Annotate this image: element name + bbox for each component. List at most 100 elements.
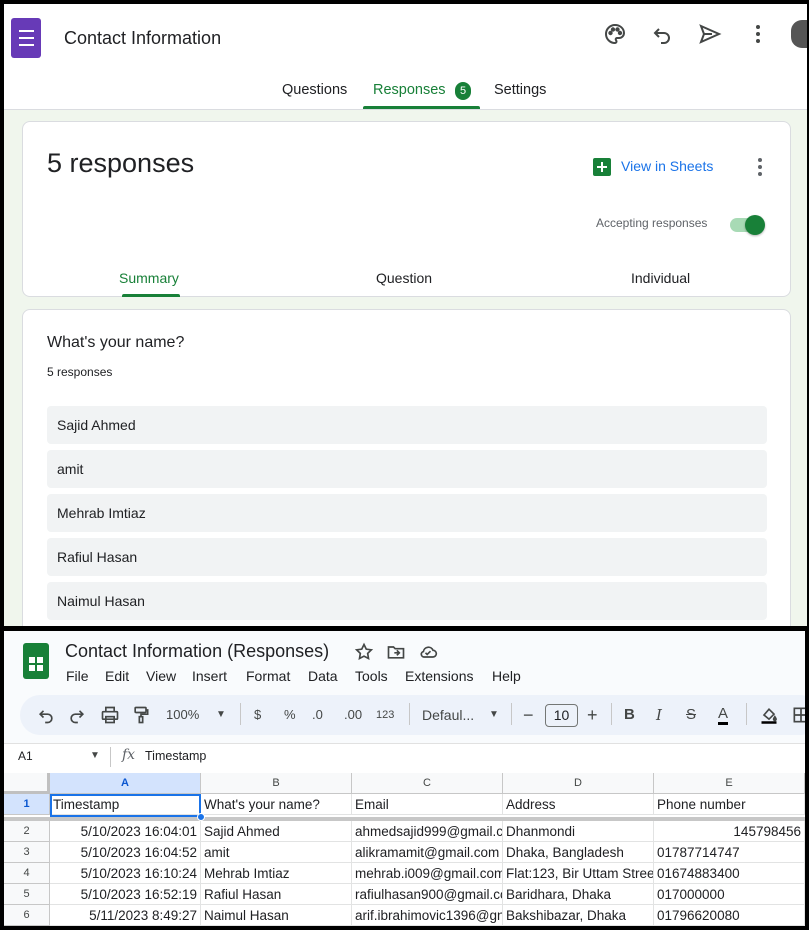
table-cell[interactable]: 5/10/2023 16:04:52 (50, 842, 201, 863)
cloud-status-icon[interactable] (418, 642, 438, 662)
menu-tools[interactable]: Tools (355, 668, 388, 684)
select-all-corner[interactable] (4, 773, 50, 794)
subtab-summary[interactable]: Summary (119, 270, 179, 286)
row-header[interactable]: 6 (4, 905, 50, 926)
menu-data[interactable]: Data (308, 668, 338, 684)
increase-font-size-icon[interactable]: + (587, 705, 598, 725)
more-vert-icon[interactable] (748, 155, 772, 179)
table-cell[interactable]: amit (201, 842, 352, 863)
table-cell[interactable]: 01787714747 (654, 842, 805, 863)
view-in-sheets-link[interactable]: View in Sheets (621, 158, 713, 174)
table-cell[interactable]: Rafiul Hasan (201, 884, 352, 905)
increase-decimal-button[interactable]: .00 (344, 705, 362, 725)
table-cell[interactable]: 01674883400 (654, 863, 805, 884)
print-icon[interactable] (100, 705, 120, 725)
chevron-down-icon[interactable]: ▼ (216, 705, 226, 725)
menu-insert[interactable]: Insert (192, 668, 227, 684)
row-header[interactable]: 1 (4, 794, 50, 815)
menu-file[interactable]: File (66, 668, 89, 684)
palette-icon[interactable] (603, 22, 627, 46)
forms-logo-icon[interactable] (11, 18, 41, 58)
row-header[interactable]: 3 (4, 842, 50, 863)
menu-view[interactable]: View (146, 668, 176, 684)
italic-icon[interactable]: I (656, 705, 662, 725)
column-header-d[interactable]: D (503, 773, 654, 794)
table-cell[interactable]: 5/10/2023 16:10:24 (50, 863, 201, 884)
formula-input[interactable]: Timestamp (145, 749, 206, 763)
font-family-select[interactable]: Defaul... (422, 705, 474, 725)
column-header-b[interactable]: B (201, 773, 352, 794)
table-cell[interactable]: 017000000 (654, 884, 805, 905)
name-box[interactable]: A1 (18, 749, 33, 763)
avatar[interactable] (791, 20, 807, 48)
text-color-icon[interactable]: A (718, 705, 729, 725)
table-cell[interactable]: What's your name? (201, 794, 352, 815)
subtab-question[interactable]: Question (376, 270, 432, 286)
table-cell[interactable]: 01796620080 (654, 905, 805, 926)
zoom-select[interactable]: 100% (166, 705, 199, 725)
move-folder-icon[interactable] (386, 642, 406, 662)
table-cell[interactable]: Dhanmondi (503, 821, 654, 842)
table-cell[interactable]: Bakshibazar, Dhaka (503, 905, 654, 926)
undo-icon[interactable] (36, 705, 56, 725)
number-format-button[interactable]: 123 (376, 705, 394, 725)
menu-help[interactable]: Help (492, 668, 521, 684)
form-title[interactable]: Contact Information (64, 28, 221, 49)
tab-settings[interactable]: Settings (494, 82, 546, 98)
decrease-decimal-button[interactable]: .0 (312, 705, 323, 725)
more-vert-icon[interactable] (746, 22, 770, 46)
font-size-input[interactable]: 10 (545, 704, 578, 727)
chevron-down-icon[interactable]: ▼ (90, 750, 100, 761)
redo-icon[interactable] (67, 705, 87, 725)
table-cell[interactable]: Flat:123, Bir Uttam Stree (503, 863, 654, 884)
bold-icon[interactable]: B (624, 705, 635, 725)
currency-format-button[interactable]: $ (254, 705, 261, 725)
fill-handle[interactable] (197, 813, 205, 821)
row-header[interactable]: 2 (4, 821, 50, 842)
row-header[interactable]: 4 (4, 863, 50, 884)
menu-edit[interactable]: Edit (105, 668, 129, 684)
tab-responses[interactable]: Responses (373, 82, 446, 98)
subtab-individual[interactable]: Individual (631, 270, 690, 286)
table-cell[interactable]: 5/10/2023 16:52:19 (50, 884, 201, 905)
table-cell[interactable]: Sajid Ahmed (201, 821, 352, 842)
tab-questions[interactable]: Questions (282, 82, 347, 98)
undo-icon[interactable] (650, 22, 674, 46)
table-cell[interactable]: Naimul Hasan (201, 905, 352, 926)
strikethrough-icon[interactable]: S (686, 705, 696, 725)
column-header-e[interactable]: E (654, 773, 805, 794)
menu-format[interactable]: Format (246, 668, 290, 684)
table-cell[interactable]: Baridhara, Dhaka (503, 884, 654, 905)
table-cell[interactable]: Address (503, 794, 654, 815)
decrease-font-size-icon[interactable]: − (523, 705, 534, 725)
table-cell[interactable]: alikramamit@gmail.com (352, 842, 503, 863)
borders-icon[interactable] (791, 705, 805, 725)
fx-icon: fx (122, 747, 136, 763)
table-cell[interactable]: Email (352, 794, 503, 815)
row-header[interactable]: 5 (4, 884, 50, 905)
fill-color-icon[interactable] (759, 705, 779, 725)
paint-format-icon[interactable] (131, 705, 151, 725)
column-header-a[interactable]: A (50, 773, 201, 794)
menu-extensions[interactable]: Extensions (405, 668, 473, 684)
table-cell[interactable]: ahmedsajid999@gmail.c (352, 821, 503, 842)
spreadsheet-title[interactable]: Contact Information (Responses) (65, 641, 329, 662)
table-cell[interactable]: 5/11/2023 8:49:27 (50, 905, 201, 926)
toggle-knob[interactable] (745, 215, 765, 235)
send-icon[interactable] (698, 22, 722, 46)
percent-format-button[interactable]: % (284, 705, 296, 725)
table-cell[interactable]: Phone number (654, 794, 805, 815)
table-cell[interactable]: 145798456 (654, 821, 805, 842)
chevron-down-icon[interactable]: ▼ (489, 705, 499, 725)
star-icon[interactable] (354, 642, 374, 662)
table-cell[interactable]: rafiulhasan900@gmail.cc (352, 884, 503, 905)
sheets-logo-icon[interactable] (23, 643, 49, 679)
table-cell[interactable]: arif.ibrahimovic1396@gn (352, 905, 503, 926)
table-cell[interactable]: Dhaka, Bangladesh (503, 842, 654, 863)
table-cell[interactable]: mehrab.i009@gmail.com (352, 863, 503, 884)
sheets-icon[interactable] (593, 158, 611, 176)
column-header-c[interactable]: C (352, 773, 503, 794)
table-cell[interactable]: Mehrab Imtiaz (201, 863, 352, 884)
table-cell[interactable]: 5/10/2023 16:04:01 (50, 821, 201, 842)
question-title: What's your name? (47, 334, 185, 351)
